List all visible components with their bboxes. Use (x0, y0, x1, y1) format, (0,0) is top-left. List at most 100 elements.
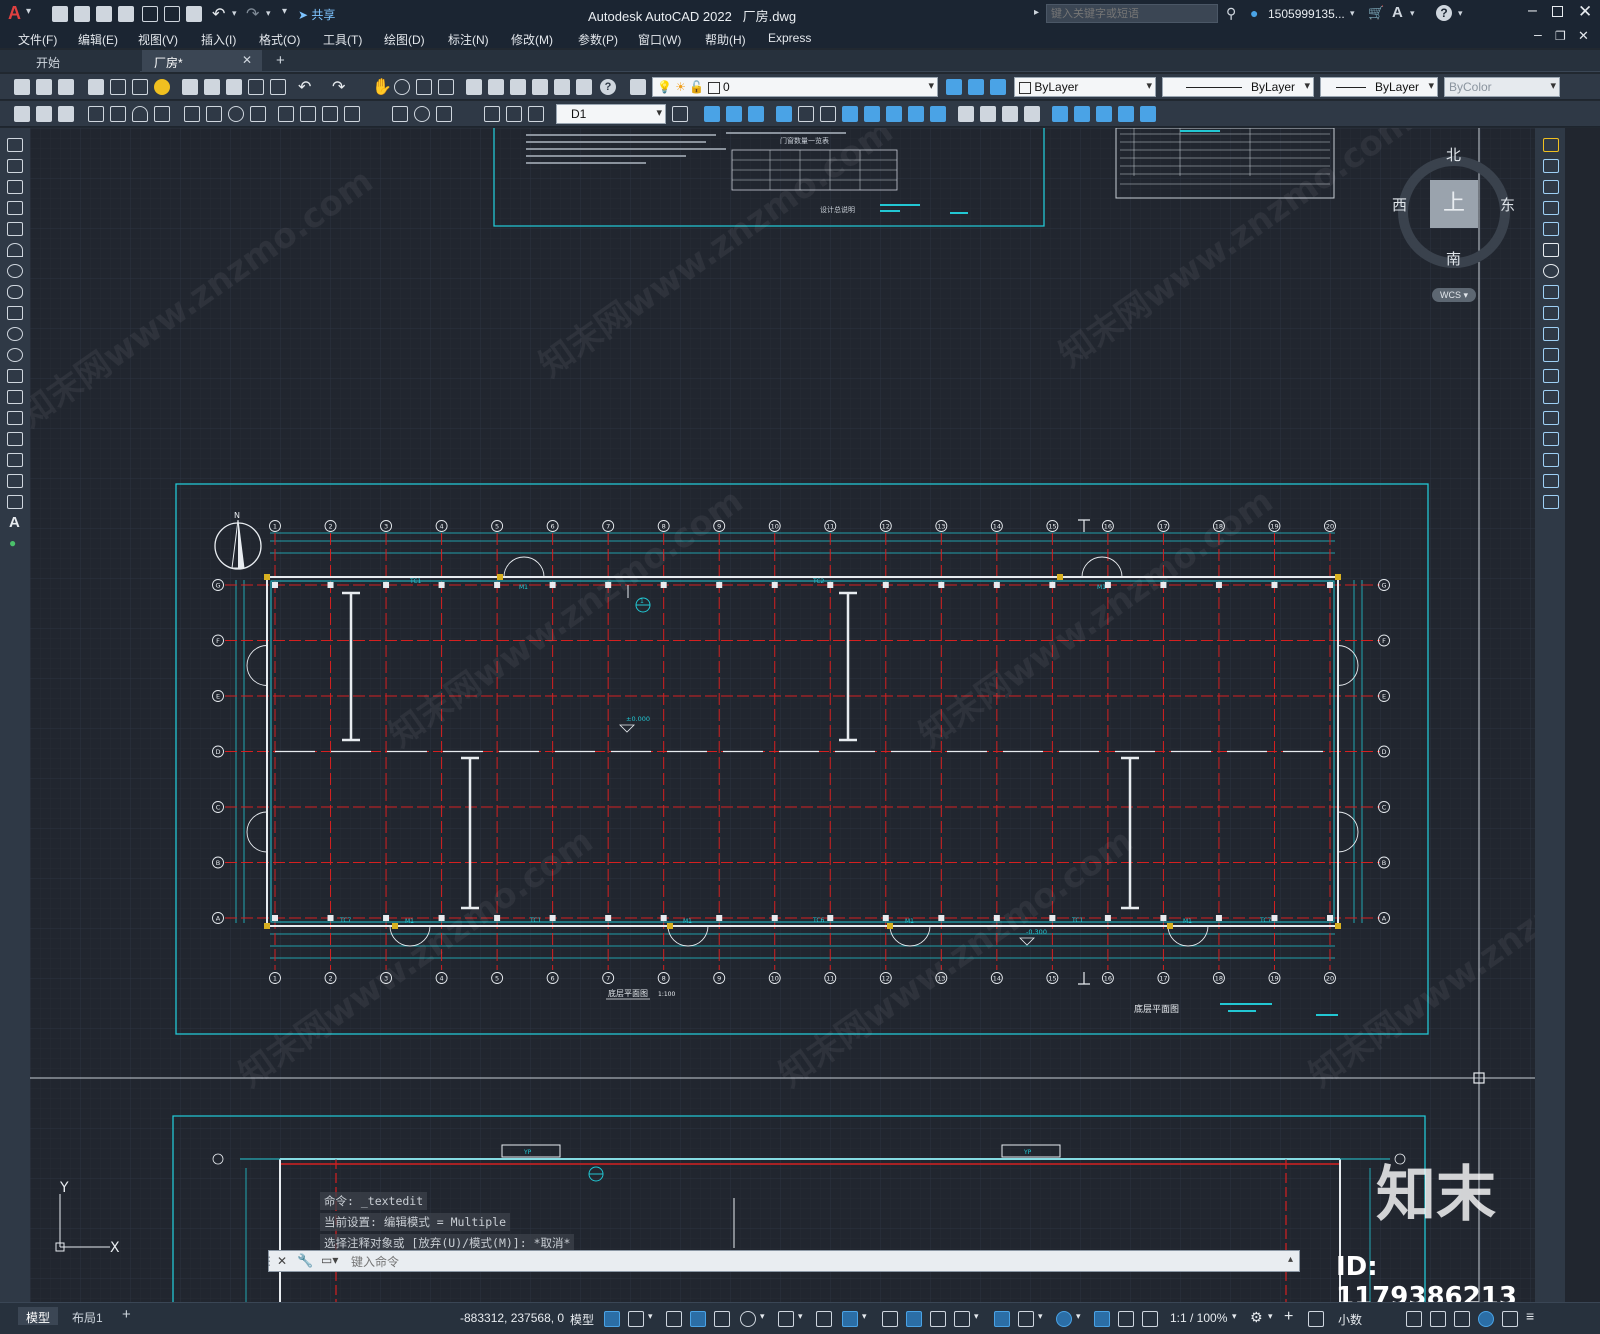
quickcalc-icon[interactable] (576, 79, 592, 95)
3d-osnap-icon[interactable] (954, 1311, 970, 1327)
color-dropdown[interactable]: ByLayer (1014, 77, 1156, 97)
print-icon[interactable] (88, 79, 104, 95)
copy-object-icon[interactable] (1543, 159, 1559, 173)
taper-faces-icon[interactable] (1140, 106, 1156, 122)
layer-dropdown[interactable]: 💡 ☀ 🔓 0 (652, 77, 938, 97)
object-snap-icon[interactable] (842, 1311, 858, 1327)
menu-view[interactable]: 视图(V) (138, 31, 178, 48)
save-as-icon[interactable] (118, 6, 134, 22)
extrude-faces-icon[interactable] (1024, 106, 1040, 122)
dim-angular-icon[interactable] (250, 106, 266, 122)
3d-rotate-icon[interactable] (726, 106, 742, 122)
menu-draw[interactable]: 绘图(D) (384, 31, 425, 48)
selection-filter-icon[interactable] (1018, 1311, 1034, 1327)
open-icon[interactable] (36, 79, 52, 95)
3d-osnap-dropdown-icon[interactable]: ▾ (974, 1311, 979, 1322)
thicken-icon[interactable] (864, 106, 880, 122)
dim-aligned-icon[interactable] (110, 106, 126, 122)
plotstyle-dropdown[interactable]: ByColor (1444, 77, 1560, 97)
hardware-acceleration-icon[interactable] (1430, 1311, 1446, 1327)
3d-move-icon[interactable] (704, 106, 720, 122)
search-input[interactable] (1046, 4, 1218, 23)
command-input[interactable] (349, 1252, 1293, 1272)
menu-tools[interactable]: 工具(T) (323, 31, 362, 48)
menu-dimension[interactable]: 标注(N) (448, 31, 489, 48)
redo-icon[interactable]: ↷ (246, 4, 259, 24)
minimize-icon[interactable]: – (1528, 2, 1537, 20)
sheet-set-icon[interactable] (532, 79, 548, 95)
slice-icon[interactable] (842, 106, 858, 122)
lineweight-icon[interactable] (882, 1311, 898, 1327)
mtext-icon[interactable]: A (9, 514, 20, 531)
customize-qat-icon[interactable]: ▾ (282, 6, 287, 17)
clean-screen-icon[interactable] (1454, 1311, 1470, 1327)
model-space-toggle[interactable]: 模型 (570, 1311, 594, 1328)
qsave-icon[interactable] (58, 79, 74, 95)
gizmo-icon[interactable] (1056, 1311, 1072, 1327)
user-dropdown-icon[interactable]: ▾ (1350, 8, 1355, 19)
dim-edit-icon[interactable] (484, 106, 500, 122)
viewcube-north[interactable]: 北 (1446, 144, 1461, 165)
dim-text-edit-icon[interactable] (506, 106, 522, 122)
construction-line-icon[interactable] (7, 159, 23, 173)
dim-linear-icon[interactable] (88, 106, 104, 122)
revcloud-icon[interactable] (7, 285, 23, 299)
publish-icon[interactable] (132, 79, 148, 95)
snap-dropdown-icon[interactable]: ▾ (648, 1311, 653, 1322)
match-properties-icon[interactable] (248, 79, 264, 95)
explode-icon[interactable] (1543, 495, 1559, 509)
object-snap-tracking-icon[interactable] (816, 1311, 832, 1327)
viewcube-west[interactable]: 西 (1392, 194, 1407, 215)
dimstyle-dropdown[interactable]: D1 (556, 104, 666, 124)
menu-file[interactable]: 文件(F) (18, 31, 57, 48)
properties-icon[interactable] (466, 79, 482, 95)
subtract-icon[interactable] (980, 106, 996, 122)
dynamic-ucs-icon[interactable] (994, 1311, 1010, 1327)
new-file-icon[interactable] (52, 6, 68, 22)
command-close-icon[interactable]: ✕ (277, 1254, 287, 1268)
copy-icon[interactable] (204, 79, 220, 95)
cut-icon[interactable] (182, 79, 198, 95)
user-account[interactable]: 1505999135... (1268, 7, 1345, 21)
redo-dropdown-icon[interactable]: ▾ (266, 8, 271, 19)
dim-style-icon[interactable] (36, 106, 52, 122)
wcs-menu[interactable]: WCS ▾ (1432, 288, 1476, 302)
viewcube-east[interactable]: 东 (1500, 194, 1515, 215)
polygon-icon[interactable] (7, 201, 23, 215)
delete-faces-icon[interactable] (1096, 106, 1112, 122)
tolerance-icon[interactable] (392, 106, 408, 122)
polar-dropdown-icon[interactable]: ▾ (760, 1311, 765, 1322)
share-button[interactable]: ➤ 共享 (298, 6, 335, 23)
line-icon[interactable] (7, 138, 23, 152)
tab-start[interactable]: 开始 (0, 50, 140, 72)
plot-icon[interactable] (186, 6, 202, 22)
zoom-realtime-icon[interactable] (394, 79, 410, 95)
units-value[interactable]: 小数 (1338, 1311, 1362, 1328)
undo-icon[interactable]: ↶ (212, 4, 225, 24)
insert-block-icon[interactable] (7, 369, 23, 383)
3d-scale-icon[interactable] (820, 106, 836, 122)
app-menu-chevron-icon[interactable]: ▾ (26, 6, 31, 17)
center-mark-icon[interactable] (414, 106, 430, 122)
linetype-dropdown[interactable]: ByLayer (1162, 77, 1314, 97)
move-icon[interactable] (1543, 243, 1559, 257)
osnap-dropdown-icon[interactable]: ▾ (862, 1311, 867, 1322)
annotation-monitor-icon[interactable]: + (1284, 1308, 1293, 1326)
viewcube-top-face[interactable]: 上 (1430, 180, 1478, 228)
command-prompt-icon[interactable]: ▭▾ (321, 1253, 338, 1267)
new-tab-icon[interactable]: + (276, 52, 285, 69)
tab-drawing[interactable]: 厂房* ✕ (142, 50, 262, 72)
quick-dim-icon[interactable] (278, 106, 294, 122)
command-grip-icon[interactable]: ⋮ (263, 1254, 275, 1268)
annotation-scale-value[interactable]: 1:1 / 100% (1170, 1311, 1227, 1325)
undo-dropdown-icon[interactable]: ▾ (232, 8, 237, 19)
dim-diameter-icon[interactable] (228, 106, 244, 122)
zoom-previous-icon[interactable] (438, 79, 454, 95)
table-icon[interactable] (7, 495, 23, 509)
ortho-icon[interactable] (714, 1311, 730, 1327)
imprint-icon[interactable] (930, 106, 946, 122)
search-icon[interactable]: ⚲ (1226, 5, 1236, 22)
union-icon[interactable] (958, 106, 974, 122)
isodraft-icon[interactable] (778, 1311, 794, 1327)
dim-continue-icon[interactable] (322, 106, 338, 122)
